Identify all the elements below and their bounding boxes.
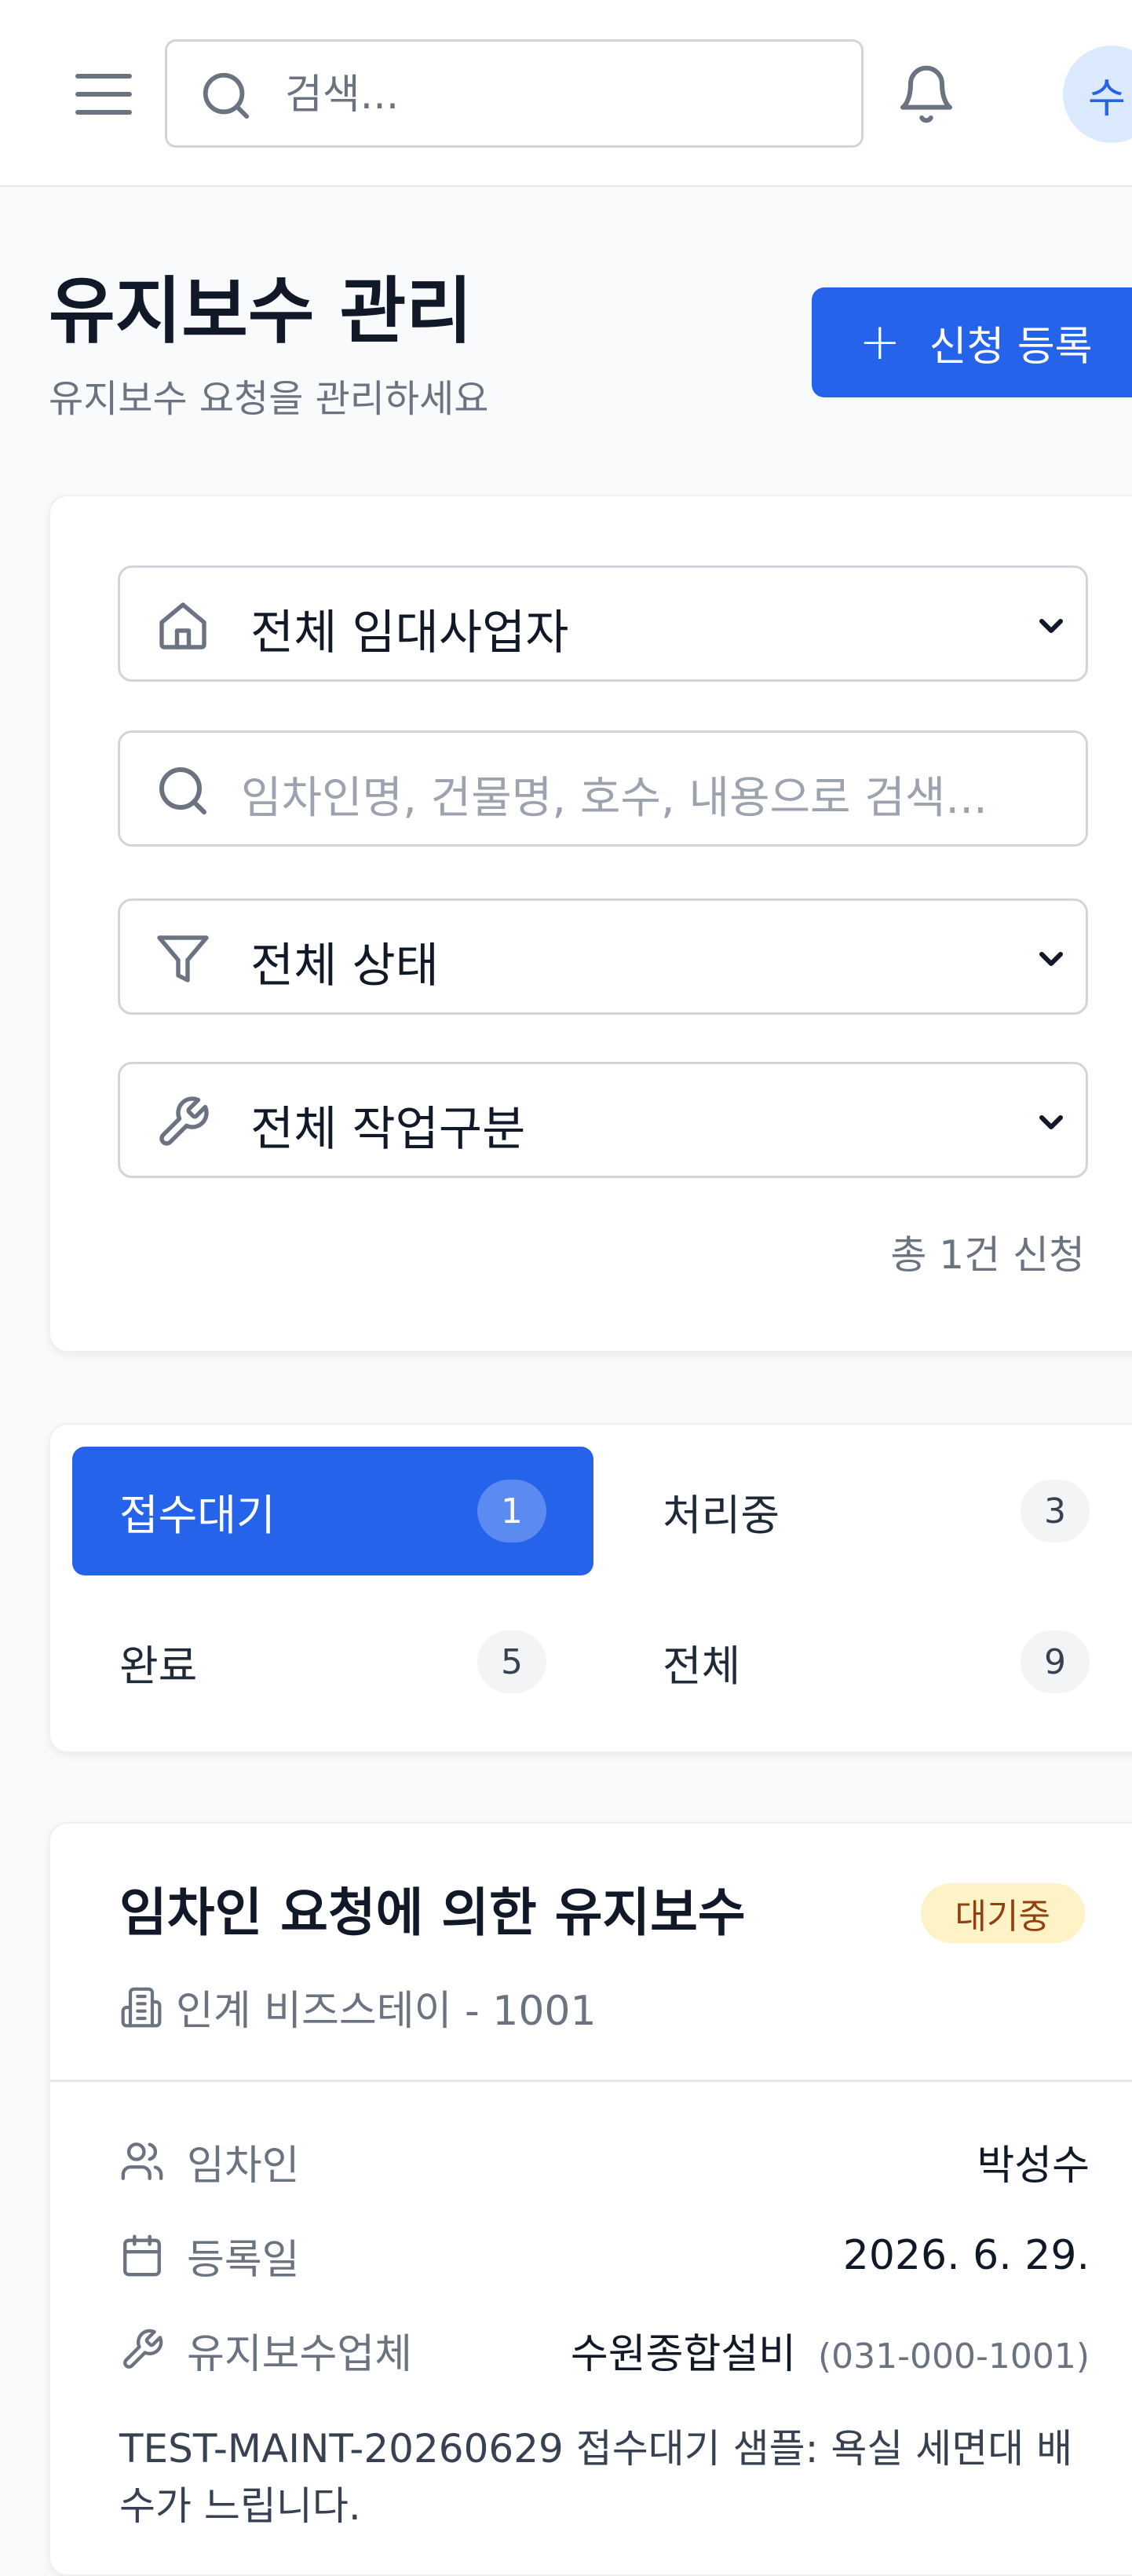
wrench-icon — [123, 2329, 163, 2369]
global-search-box[interactable] — [165, 39, 864, 148]
global-search-input[interactable] — [285, 57, 834, 133]
add-request-label: 신청 등록 — [929, 323, 1093, 371]
date-label: 등록일 — [187, 2236, 300, 2284]
tab-in-progress[interactable]: 처리중 3 — [615, 1447, 1132, 1575]
chevron-down-icon — [1039, 1115, 1063, 1129]
bell-icon — [900, 65, 952, 123]
status-badge: 대기중 — [920, 1883, 1085, 1943]
vendor-label: 유지보수업체 — [187, 2330, 413, 2378]
users-icon — [121, 2142, 163, 2180]
status-select-value: 전체 상태 — [250, 939, 439, 993]
divider — [50, 2080, 1132, 2082]
wrench-icon — [159, 1096, 209, 1146]
vendor-value: 수원종합설비 (031-000-1001) — [571, 2321, 1090, 2380]
filter-panel: 전체 임대사업자 임차인명, 건물명, 호수, 내용으로 검색... 전체 상태… — [49, 495, 1132, 1352]
tab-label: 처리중 — [663, 1490, 780, 1540]
menu-button[interactable] — [72, 63, 135, 126]
page-title: 유지보수 관리 — [49, 269, 473, 353]
request-card[interactable]: 임차인 요청에 의한 유지보수 대기중 인계 비즈스테이 - 1001 임차인 … — [49, 1822, 1132, 2576]
date-row: 등록일 2026. 6. 29. — [119, 2224, 1090, 2287]
tab-pending[interactable]: 접수대기 1 — [72, 1447, 593, 1575]
tab-completed[interactable]: 완료 5 — [72, 1597, 593, 1726]
tab-label: 접수대기 — [119, 1490, 276, 1540]
tenant-label: 임차인 — [187, 2142, 300, 2190]
request-search-placeholder: 임차인명, 건물명, 호수, 내용으로 검색... — [241, 773, 988, 824]
tab-label: 전체 — [663, 1641, 741, 1691]
hamburger-menu-icon — [75, 74, 132, 115]
work-type-select[interactable]: 전체 작업구분 — [118, 1062, 1088, 1178]
lessor-select[interactable]: 전체 임대사업자 — [118, 565, 1088, 682]
plus-icon: + — [859, 313, 901, 371]
add-request-button[interactable]: + 신청 등록 — [812, 287, 1132, 397]
request-description: TEST-MAINT-20260629 접수대기 샘플: 욕실 세면대 배수가 … — [119, 2426, 1073, 2529]
vendor-row: 유지보수업체 수원종합설비 (031-000-1001) — [119, 2318, 1090, 2381]
notifications-button[interactable] — [887, 55, 966, 134]
tenant-row: 임차인 박성수 — [119, 2130, 1090, 2193]
search-icon — [203, 72, 250, 119]
request-title: 임차인 요청에 의한 유지보수 — [119, 1883, 746, 1943]
calendar-icon — [123, 2234, 161, 2277]
top-bar: 수 — [0, 0, 1132, 187]
vendor-phone: (031-000-1001) — [817, 2336, 1090, 2377]
request-building-text: 인계 비즈스테이 - 1001 — [176, 1988, 597, 2035]
page-subtitle: 유지보수 요청을 관리하세요 — [49, 377, 489, 421]
total-count: 총 1건 신청 — [890, 1232, 1085, 1278]
building-icon — [121, 1987, 162, 2027]
chevron-down-icon — [1039, 952, 1063, 966]
user-avatar[interactable]: 수 — [1063, 46, 1132, 143]
status-select[interactable]: 전체 상태 — [118, 898, 1088, 1015]
vendor-name: 수원종합설비 — [570, 2330, 796, 2378]
home-icon — [159, 602, 206, 649]
work-type-select-value: 전체 작업구분 — [250, 1102, 526, 1157]
tab-all[interactable]: 전체 9 — [615, 1597, 1132, 1726]
chevron-down-icon — [1039, 619, 1063, 633]
tab-label: 완료 — [119, 1641, 198, 1691]
tab-count: 5 — [477, 1630, 546, 1693]
request-search-field[interactable]: 임차인명, 건물명, 호수, 내용으로 검색... — [118, 730, 1088, 847]
tab-count: 1 — [477, 1480, 546, 1542]
filter-icon — [157, 935, 209, 982]
tab-count: 3 — [1021, 1480, 1090, 1542]
date-value: 2026. 6. 29. — [842, 2232, 1090, 2279]
tenant-value: 박성수 — [977, 2142, 1090, 2190]
lessor-select-value: 전체 임대사업자 — [250, 606, 569, 660]
search-icon — [159, 767, 206, 814]
request-building: 인계 비즈스테이 - 1001 — [119, 1978, 597, 2036]
tab-count: 9 — [1021, 1630, 1090, 1693]
status-tabs: 접수대기 1 처리중 3 완료 5 전체 9 — [49, 1423, 1132, 1753]
